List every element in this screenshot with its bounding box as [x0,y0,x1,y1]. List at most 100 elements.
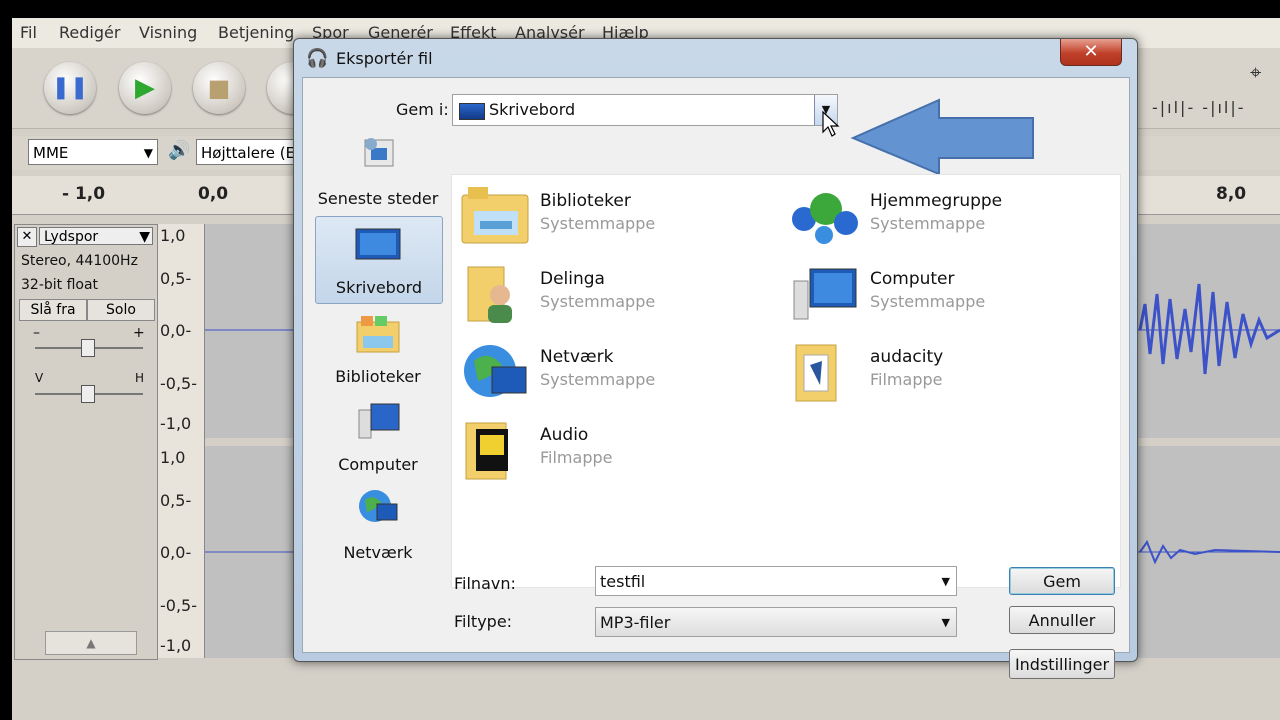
filename-input[interactable]: testfil ▼ [595,566,957,596]
track-bitdepth-info: 32-bit float [21,277,99,293]
chevron-down-icon: ▼ [139,229,150,245]
place-desktop-label: Skrivebord [335,278,423,297]
file-item-computer[interactable]: Computer Systemmappe [790,259,1110,329]
pause-icon: ❚❚ [51,75,89,100]
scale-top-05: 0,5- [160,269,192,288]
file-item-netvaerk[interactable]: Netværk Systemmappe [460,337,780,407]
scale-bottom-1: 1,0 [160,448,186,467]
place-recent-label: Seneste steder [317,189,439,208]
file-type: Systemmappe [870,214,986,233]
folder-icon [465,422,508,480]
audio-host-select[interactable]: MME ▼ [28,139,158,165]
output-device-value: Højttalere (E [201,144,296,162]
place-libraries-label: Biblioteker [335,367,421,386]
dialog-close-button[interactable]: ✕ [1060,39,1122,66]
file-type: Systemmappe [540,214,656,233]
menu-betjening[interactable]: Betjening [218,23,294,42]
export-file-dialog: 🎧 Eksportér fil ✕ Gem i: Skrivebord ▼ Se… [293,38,1138,679]
file-type: Filmappe [540,448,613,467]
folder-icon [795,344,837,402]
file-name: audacity [870,347,944,367]
file-name: Hjemmegruppe [870,191,1003,211]
save-in-value: Skrivebord [489,100,576,119]
gain-slider-handle[interactable] [81,339,95,357]
place-desktop[interactable]: Skrivebord [315,216,443,304]
file-type: Systemmappe [540,370,656,389]
place-computer-label: Computer [338,455,418,474]
chevron-down-icon: ▼ [941,616,950,629]
file-name: Computer [870,269,955,289]
track-close-button[interactable]: ✕ [17,227,37,247]
solo-button[interactable]: Solo [87,299,155,321]
computer-icon [793,268,857,320]
track-name-menu[interactable]: Lydspor ▼ [39,227,153,245]
file-name: Biblioteker [540,191,631,211]
filetype-value: MP3-filer [600,613,671,632]
gain-max-label: + [133,325,145,341]
file-name: Netværk [540,347,614,367]
output-device-select[interactable]: Højttalere (E [196,139,306,165]
places-bar: Seneste steder Skrivebord Biblioteker Co… [315,128,443,562]
pan-left-label: V [35,371,44,385]
blue-arrow-annotation-icon [850,98,1034,174]
file-item-audio[interactable]: Audio Filmappe [460,415,780,485]
file-item-hjemmegruppe[interactable]: Hjemmegruppe Systemmappe [790,181,1110,251]
edit-tools-icons[interactable]: -|ıl|- -|ıl|- [1152,98,1252,126]
dialog-body: Gem i: Skrivebord ▼ Seneste steder Skriv… [302,77,1130,679]
desktop-icon [355,228,401,260]
ruler-label-zero: 0,0 [198,184,229,204]
track-name: Lydspor [44,229,99,245]
file-item-biblioteker[interactable]: Biblioteker Systemmappe [460,181,780,251]
file-item-delinga[interactable]: Delinga Systemmappe [460,259,780,329]
user-folder-icon [467,266,512,323]
network-icon [464,345,527,397]
play-icon: ▶ [135,73,155,103]
scale-bottom-neg1: -1,0 [160,636,192,655]
mute-button[interactable]: Slå fra [19,299,87,321]
computer-icon [358,403,400,439]
save-in-select[interactable]: Skrivebord ▼ [452,94,838,126]
ruler-label-neg1: - 1,0 [62,184,106,204]
pan-right-label: H [135,371,145,385]
amplitude-scale: 1,0 0,5- 0,0- -0,5- -1,0 1,0 0,5- 0,0- -… [158,224,205,658]
collapse-track-button[interactable]: ▲ [45,631,137,655]
desktop-icon [459,103,485,120]
libraries-folder-icon [461,187,529,244]
play-button[interactable]: ▶ [119,62,171,114]
pause-button[interactable]: ❚❚ [44,62,96,114]
save-in-label: Gem i: [396,100,449,119]
cancel-button[interactable]: Annuller [1009,606,1115,634]
ruler-label-8: 8,0 [1216,184,1247,204]
tool-icons[interactable]: ⌖ [1250,60,1261,84]
track-format-info: Stereo, 44100Hz [21,253,138,269]
stop-button[interactable]: ■ [193,62,245,114]
scale-top-1: 1,0 [160,226,186,245]
chevron-down-icon[interactable]: ▼ [942,567,950,597]
headphones-icon: 🎧 [306,48,329,69]
pan-slider-handle[interactable] [81,385,95,403]
file-type: Filmappe [870,370,943,389]
stop-icon: ■ [207,74,231,102]
place-network[interactable]: Netværk [315,482,441,568]
recent-places-icon [364,138,394,167]
gain-min-label: – [33,325,40,341]
file-name: Audio [540,425,589,445]
place-computer[interactable]: Computer [315,394,441,480]
file-list[interactable]: Biblioteker Systemmappe Hjemmegruppe Sys… [451,174,1121,588]
scale-bottom-05: 0,5- [160,491,192,510]
place-recent[interactable]: Seneste steder [315,128,441,214]
filetype-select[interactable]: MP3-filer ▼ [595,607,957,637]
file-item-audacity[interactable]: audacity Filmappe [790,337,1110,407]
libraries-icon [356,316,400,353]
options-button[interactable]: Indstillinger [1009,649,1115,679]
menu-fil[interactable]: Fil [20,23,37,42]
place-libraries[interactable]: Biblioteker [315,306,441,392]
dialog-title: Eksportér fil [336,49,433,68]
menu-rediger[interactable]: Redigér [59,23,120,42]
menu-visning[interactable]: Visning [139,23,197,42]
mouse-cursor-icon [822,110,840,137]
save-button[interactable]: Gem [1009,567,1115,595]
filename-value: testfil [600,572,646,591]
scale-top-neg05: -0,5- [160,374,197,393]
homegroup-icon [792,193,858,244]
